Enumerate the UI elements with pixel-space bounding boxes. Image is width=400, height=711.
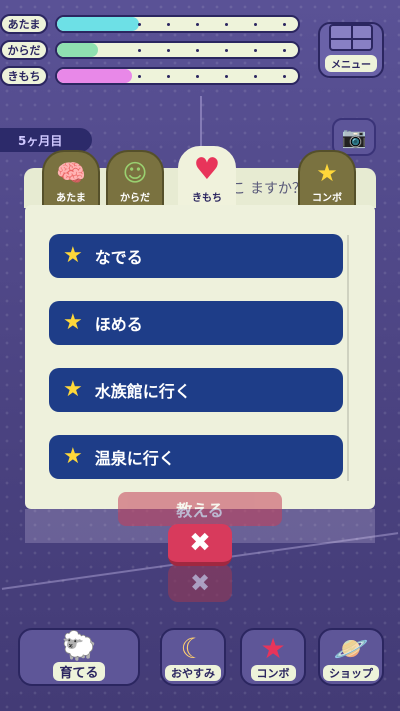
tab-karada[interactable]: ☺ からだ bbox=[106, 150, 164, 208]
tab-label: コンボ bbox=[312, 193, 342, 204]
option-label: 水族館に行く bbox=[94, 382, 191, 401]
grid-icon bbox=[329, 24, 373, 51]
stars-icon: ★ bbox=[260, 632, 286, 665]
option-homeru[interactable]: ★ ほめる bbox=[49, 301, 343, 345]
tab-label: からだ bbox=[120, 193, 150, 204]
face-icon: ☺ bbox=[122, 159, 148, 187]
stat-label: あたま bbox=[0, 14, 48, 34]
moon-icon: ☾ bbox=[180, 632, 206, 665]
month-badge: 5ヶ月目 bbox=[0, 128, 92, 152]
tab-label: きもち bbox=[192, 193, 222, 204]
nav-oyasumi[interactable]: ☾ おやすみ bbox=[160, 628, 226, 686]
stat-row-karada: からだ bbox=[0, 40, 300, 60]
stat-bar bbox=[55, 67, 300, 85]
teach-button: 教える bbox=[118, 492, 282, 526]
nav-sodateru[interactable]: 🐑 育てる bbox=[18, 628, 140, 686]
nav-label: ショップ bbox=[323, 665, 379, 681]
option-label: 温泉に行く bbox=[94, 449, 175, 468]
stat-bar bbox=[55, 41, 300, 59]
stat-label: きもち bbox=[0, 66, 48, 86]
option-naderu[interactable]: ★ なでる bbox=[49, 234, 343, 278]
planet-icon: 🪐 bbox=[333, 632, 369, 665]
nav-combo[interactable]: ★ コンボ bbox=[240, 628, 306, 686]
menu-button[interactable]: メニュー bbox=[318, 22, 384, 78]
scrollbar[interactable] bbox=[347, 235, 349, 481]
star-icon: ★ bbox=[63, 377, 83, 402]
heart-icon: ♥ bbox=[193, 152, 221, 187]
tab-label: あたま bbox=[56, 193, 86, 204]
nav-shop[interactable]: 🪐 ショップ bbox=[318, 628, 384, 686]
nav-label: おやすみ bbox=[165, 665, 221, 681]
nav-label: 育てる bbox=[53, 662, 105, 681]
option-onsen[interactable]: ★ 温泉に行く bbox=[49, 435, 343, 479]
stat-row-atama: あたま bbox=[0, 14, 300, 34]
stat-label: からだ bbox=[0, 40, 48, 60]
camera-icon: 📷 bbox=[341, 125, 367, 149]
close-icon-background: ✖ bbox=[168, 564, 232, 602]
star-icon: ★ bbox=[63, 310, 83, 335]
tab-combo[interactable]: ★ コンボ bbox=[298, 150, 356, 208]
option-aquarium[interactable]: ★ 水族館に行く bbox=[49, 368, 343, 412]
option-label: なでる bbox=[94, 248, 143, 267]
brain-icon: 🧠 bbox=[56, 159, 86, 187]
star-icon: ★ bbox=[63, 243, 83, 268]
close-icon: ✖ bbox=[189, 528, 211, 558]
stat-bar bbox=[55, 15, 300, 33]
pet-icon: 🐑 bbox=[61, 629, 97, 662]
tab-atama[interactable]: 🧠 あたま bbox=[42, 150, 100, 208]
star-icon: ★ bbox=[63, 444, 83, 469]
close-button[interactable]: ✖ bbox=[168, 524, 232, 566]
tab-kimochi[interactable]: ♥ きもち bbox=[178, 146, 236, 210]
stat-row-kimochi: きもち bbox=[0, 66, 300, 86]
stars-icon: ★ bbox=[316, 159, 338, 187]
option-label: ほめる bbox=[94, 315, 143, 334]
menu-label: メニュー bbox=[325, 55, 377, 72]
action-panel: ★ なでる ★ ほめる ★ 水族館に行く ★ 温泉に行く bbox=[25, 205, 375, 509]
nav-label: コンボ bbox=[250, 665, 296, 681]
